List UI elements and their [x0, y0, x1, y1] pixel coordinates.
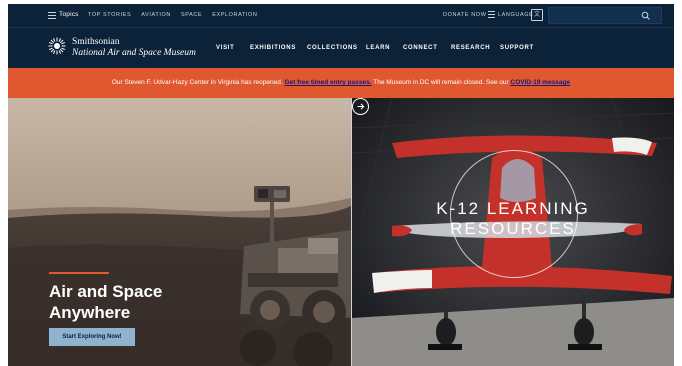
nav-learn[interactable]: LEARN	[366, 45, 390, 51]
alert-text-reopened: Our Steven F. Udvar-Hazy Center in Virgi…	[111, 79, 283, 86]
hamburger-icon[interactable]	[48, 12, 56, 19]
language-button[interactable]: LANGUAGE	[498, 12, 533, 18]
hero-accent-line	[49, 272, 109, 274]
nav-visit[interactable]: VISIT	[216, 45, 235, 51]
smithsonian-sun-logo-icon[interactable]	[48, 37, 66, 55]
top-stories-link[interactable]: TOP STORIES	[88, 12, 131, 18]
alert-message: Our Steven F. Udvar-Hazy Center in Virgi…	[8, 79, 674, 86]
hero-title-line2: Anywhere	[49, 303, 131, 322]
arrow-right-circle-icon[interactable]	[352, 98, 369, 115]
logo-wordmark-smithsonian[interactable]: Smithsonian	[72, 37, 120, 47]
start-exploring-button[interactable]: Start Exploring Now!	[49, 328, 135, 346]
covid-message-link[interactable]: COVID-19 message	[511, 79, 571, 86]
alert-banner: Our Steven F. Udvar-Hazy Center in Virgi…	[8, 68, 674, 98]
logo-wordmark-museum[interactable]: National Air and Space Museum	[72, 48, 196, 58]
hero-k12-learning-resources[interactable]: K-12 LEARNING RESOURCES	[352, 98, 674, 366]
donate-now-link[interactable]: DONATE NOW	[443, 12, 486, 18]
nav-research[interactable]: RESEARCH	[451, 45, 490, 51]
nav-support[interactable]: SUPPORT	[500, 45, 534, 51]
space-link[interactable]: SPACE	[181, 12, 202, 18]
hero-air-and-space-anywhere[interactable]: Air and Space Anywhere Start Exploring N…	[8, 98, 351, 366]
nav-connect[interactable]: CONNECT	[403, 45, 438, 51]
exploration-link[interactable]: EXPLORATION	[212, 12, 257, 18]
page-frame: Topics TOP STORIES AVIATION SPACE EXPLOR…	[8, 4, 674, 366]
alert-text-dc-closed: The Museum in DC will remain closed. See…	[373, 79, 509, 86]
utility-bar: Topics TOP STORIES AVIATION SPACE EXPLOR…	[8, 4, 674, 28]
nav-exhibitions[interactable]: EXHIBITIONS	[250, 45, 296, 51]
search-icon[interactable]	[641, 11, 651, 21]
nav-collections[interactable]: COLLECTIONS	[307, 45, 358, 51]
language-menu-icon[interactable]	[488, 11, 495, 18]
topic-links: TOP STORIES AVIATION SPACE EXPLORATION	[88, 12, 258, 18]
translate-icon[interactable]: 文	[531, 9, 543, 21]
timed-entry-passes-link[interactable]: Get free timed entry passes.	[284, 79, 371, 86]
aviation-link[interactable]: AVIATION	[141, 12, 171, 18]
hero-title-line1: Air and Space	[49, 282, 163, 301]
mars-rover-image	[8, 98, 351, 366]
main-navigation: Smithsonian National Air and Space Museu…	[8, 28, 674, 68]
topics-link[interactable]: Topics	[59, 11, 79, 18]
k12-title-line1: K-12 LEARNING	[436, 199, 590, 218]
k12-title-line2: RESOURCES	[450, 219, 576, 238]
